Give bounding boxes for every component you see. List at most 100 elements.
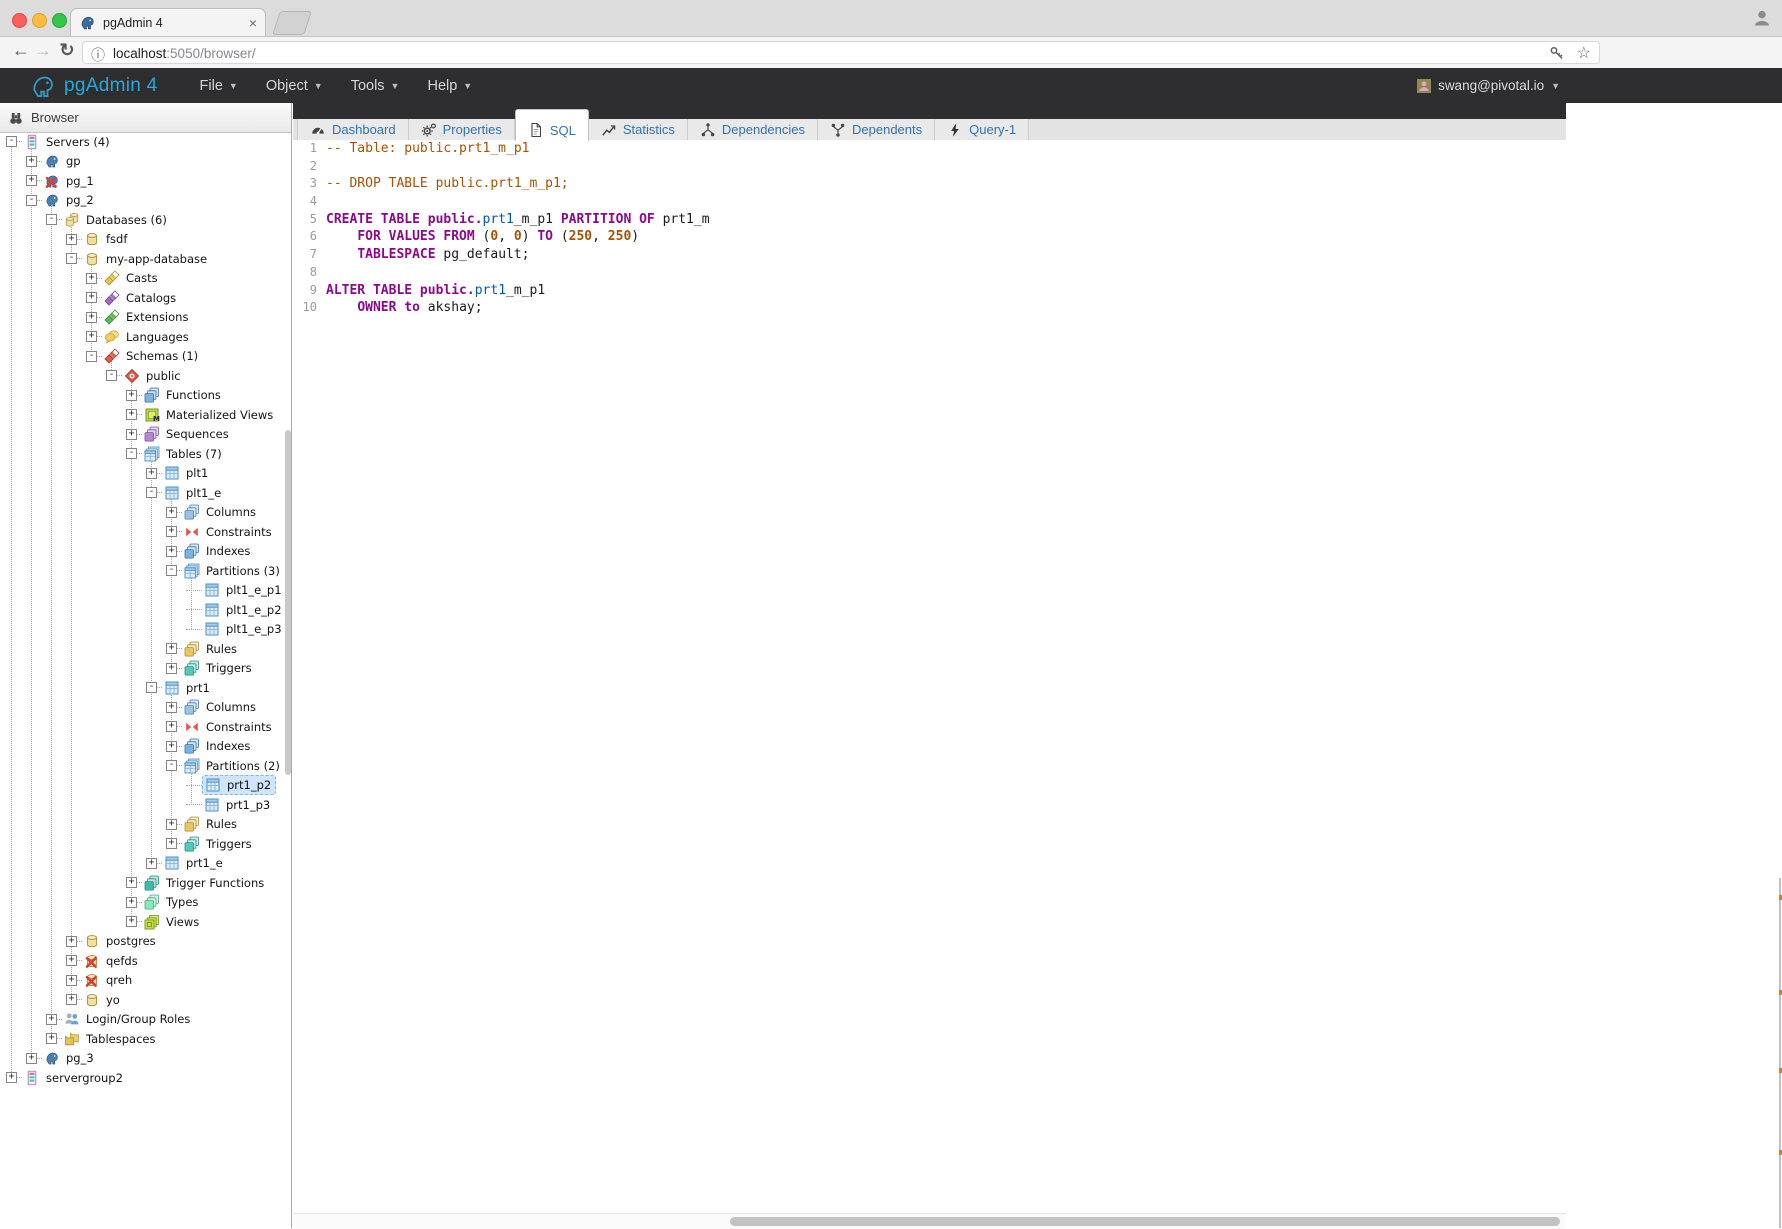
expand-plus-icon[interactable]: + xyxy=(126,429,137,440)
tab-dependencies[interactable]: Dependencies xyxy=(688,119,818,140)
tree-item-servers-4-[interactable]: -Servers (4) xyxy=(0,132,290,152)
selected-tree-item[interactable]: prt1_p2 xyxy=(202,775,276,795)
menu-help[interactable]: Help▼ xyxy=(427,78,472,94)
tree-item-views[interactable]: +Views xyxy=(0,912,290,932)
tree-item-prt1-p3[interactable]: prt1_p3 xyxy=(0,795,290,815)
collapse-minus-icon[interactable]: - xyxy=(66,253,77,264)
expand-plus-icon[interactable]: + xyxy=(166,838,177,849)
expand-plus-icon[interactable]: + xyxy=(126,409,137,420)
tree-item-login-group-roles[interactable]: +Login/Group Roles xyxy=(0,1010,290,1030)
tree-item-plt1[interactable]: +plt1 xyxy=(0,464,290,484)
expand-plus-icon[interactable]: + xyxy=(66,994,77,1005)
tab-dependents[interactable]: Dependents xyxy=(818,119,935,140)
expand-plus-icon[interactable]: + xyxy=(126,877,137,888)
expand-plus-icon[interactable]: + xyxy=(126,390,137,401)
tree-item-languages[interactable]: +Languages xyxy=(0,327,290,347)
tree-item-gp[interactable]: +gp xyxy=(0,152,290,172)
expand-plus-icon[interactable]: + xyxy=(166,702,177,713)
object-browser-tree[interactable]: -Servers (4)+gp+pg_1-pg_2-Databases (6)+… xyxy=(0,132,290,1088)
tree-item-databases-6-[interactable]: -Databases (6) xyxy=(0,210,290,230)
collapse-minus-icon[interactable]: - xyxy=(166,760,177,771)
tree-item-plt1-e-p1[interactable]: plt1_e_p1 xyxy=(0,581,290,601)
mac-fullscreen-button[interactable] xyxy=(52,13,67,28)
sql-editor[interactable]: 1-- Table: public.prt1_m_p123-- DROP TAB… xyxy=(293,140,1566,1212)
expand-plus-icon[interactable]: + xyxy=(86,312,97,323)
mac-close-button[interactable] xyxy=(12,13,27,28)
collapse-minus-icon[interactable]: - xyxy=(46,214,57,225)
tree-item-plt1-e-p3[interactable]: plt1_e_p3 xyxy=(0,620,290,640)
expand-plus-icon[interactable]: + xyxy=(166,507,177,518)
password-key-icon[interactable] xyxy=(1549,45,1565,61)
sidebar-scrollbar[interactable] xyxy=(285,430,291,775)
tree-item-plt1-e[interactable]: -plt1_e xyxy=(0,483,290,503)
collapse-minus-icon[interactable]: - xyxy=(106,370,117,381)
tree-item-indexes[interactable]: +Indexes xyxy=(0,542,290,562)
address-bar[interactable]: ⓘ localhost:5050/browser/ ☆ xyxy=(82,41,1600,64)
tab-properties[interactable]: Properties xyxy=(409,119,515,140)
expand-plus-icon[interactable]: + xyxy=(166,643,177,654)
horizontal-scrollbar[interactable] xyxy=(730,1217,1560,1226)
tree-item-functions[interactable]: +Functions xyxy=(0,386,290,406)
tab-dashboard[interactable]: Dashboard xyxy=(297,119,409,140)
tree-item-tablespaces[interactable]: +Tablespaces xyxy=(0,1029,290,1049)
collapse-minus-icon[interactable]: - xyxy=(146,682,157,693)
expand-plus-icon[interactable]: + xyxy=(86,292,97,303)
browser-panel-header[interactable]: Browser xyxy=(0,103,291,133)
tree-item-fsdf[interactable]: +fsdf xyxy=(0,230,290,250)
tree-item-types[interactable]: +Types xyxy=(0,893,290,913)
tree-item-casts[interactable]: +Casts xyxy=(0,269,290,289)
tree-item-servergroup2[interactable]: +servergroup2 xyxy=(0,1068,290,1088)
reload-button[interactable]: ↻ xyxy=(56,40,78,61)
tree-item-partitions-2-[interactable]: -Partitions (2) xyxy=(0,756,290,776)
tree-item-constraints[interactable]: +Constraints xyxy=(0,522,290,542)
tree-item-partitions-3-[interactable]: -Partitions (3) xyxy=(0,561,290,581)
expand-plus-icon[interactable]: + xyxy=(66,955,77,966)
tree-item-plt1-e-p2[interactable]: plt1_e_p2 xyxy=(0,600,290,620)
collapse-minus-icon[interactable]: - xyxy=(166,565,177,576)
tree-item-qefds[interactable]: +qefds xyxy=(0,951,290,971)
new-tab-button[interactable] xyxy=(272,11,312,35)
menu-tools[interactable]: Tools▼ xyxy=(351,78,400,94)
tree-item-rules[interactable]: +Rules xyxy=(0,815,290,835)
bookmark-star-icon[interactable]: ☆ xyxy=(1577,43,1591,63)
tree-item-schemas-1-[interactable]: -Schemas (1) xyxy=(0,347,290,367)
expand-plus-icon[interactable]: + xyxy=(166,721,177,732)
url-text[interactable]: localhost:5050/browser/ xyxy=(113,46,256,61)
expand-plus-icon[interactable]: + xyxy=(166,741,177,752)
tab-statistics[interactable]: Statistics xyxy=(589,119,688,140)
expand-plus-icon[interactable]: + xyxy=(66,975,77,986)
expand-plus-icon[interactable]: + xyxy=(166,819,177,830)
tree-item-columns[interactable]: +Columns xyxy=(0,698,290,718)
expand-plus-icon[interactable]: + xyxy=(46,1033,57,1044)
tree-item-pg-2[interactable]: -pg_2 xyxy=(0,191,290,211)
tree-item-columns[interactable]: +Columns xyxy=(0,503,290,523)
tree-item-trigger-functions[interactable]: +Trigger Functions xyxy=(0,873,290,893)
collapse-minus-icon[interactable]: - xyxy=(126,448,137,459)
expand-plus-icon[interactable]: + xyxy=(6,1072,17,1083)
expand-plus-icon[interactable]: + xyxy=(86,331,97,342)
tree-item-indexes[interactable]: +Indexes xyxy=(0,737,290,757)
tree-item-pg-1[interactable]: +pg_1 xyxy=(0,171,290,191)
expand-plus-icon[interactable]: + xyxy=(166,663,177,674)
expand-plus-icon[interactable]: + xyxy=(146,858,157,869)
expand-plus-icon[interactable]: + xyxy=(26,1053,37,1064)
tree-item-tables-7-[interactable]: -Tables (7) xyxy=(0,444,290,464)
tree-item-catalogs[interactable]: +Catalogs xyxy=(0,288,290,308)
tree-item-pg-3[interactable]: +pg_3 xyxy=(0,1049,290,1069)
tree-item-triggers[interactable]: +Triggers xyxy=(0,834,290,854)
user-menu[interactable]: swang@pivotal.io ▼ xyxy=(1416,78,1560,94)
collapse-minus-icon[interactable]: - xyxy=(26,195,37,206)
collapse-minus-icon[interactable]: - xyxy=(6,136,17,147)
site-info-icon[interactable]: ⓘ xyxy=(91,45,105,65)
close-tab-icon[interactable]: × xyxy=(249,16,257,30)
tree-item-sequences[interactable]: +Sequences xyxy=(0,425,290,445)
collapse-minus-icon[interactable]: - xyxy=(86,351,97,362)
menu-object[interactable]: Object▼ xyxy=(266,78,323,94)
tree-item-qreh[interactable]: +qreh xyxy=(0,971,290,991)
tree-item-rules[interactable]: +Rules xyxy=(0,639,290,659)
tree-item-postgres[interactable]: +postgres xyxy=(0,932,290,952)
expand-plus-icon[interactable]: + xyxy=(26,156,37,167)
expand-plus-icon[interactable]: + xyxy=(66,936,77,947)
tree-item-public[interactable]: -public xyxy=(0,366,290,386)
tree-item-materialized-views[interactable]: +MMaterialized Views xyxy=(0,405,290,425)
